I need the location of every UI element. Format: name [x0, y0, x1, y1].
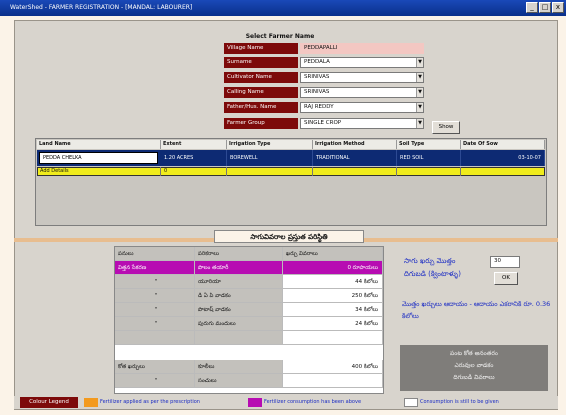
window-title: WaterShed - FARMER REGISTRATION - [MANDA… [0, 0, 566, 16]
surname-dropdown-icon[interactable]: ▼ [416, 58, 423, 67]
grid-cell-irrigation-type[interactable]: BOREWELL [227, 150, 313, 166]
grid-cell-soil-type[interactable]: RED SOIL [397, 150, 461, 166]
grid-header-irrigation-type[interactable]: Irrigation Type [227, 140, 313, 149]
table-cell: పురుగు మందులు [195, 317, 283, 331]
yield-total-label: సాగు ఖర్చు మొత్తం [404, 257, 456, 265]
legend-text-1: Fertilizer applied as per the prescripti… [100, 399, 200, 405]
grid-header-soil-type[interactable]: Soil Type [397, 140, 461, 149]
cultivator-name-field[interactable]: SRINIVAS [300, 72, 424, 83]
window-controls: _ □ x [526, 2, 564, 14]
grid-new-cell-soil-type[interactable] [397, 167, 461, 176]
grid-cell-irrigation-method[interactable]: TRADITIONAL [313, 150, 397, 166]
table-cell[interactable]: 250 కిలోలు [283, 289, 383, 303]
ok-button[interactable]: OK [494, 272, 518, 285]
father-name-label: Father/Hus. Name [224, 102, 298, 113]
grid-new-cell-irrigation-method[interactable] [313, 167, 397, 176]
table-cell[interactable]: 44 కిలోలు [283, 275, 383, 289]
table-cell[interactable]: 24 కిలోలు [283, 317, 383, 331]
cultivator-dropdown-icon[interactable]: ▼ [416, 73, 423, 82]
surname-label: Surname [224, 57, 298, 68]
info-line-2: ఎరువుల వాడకం [454, 362, 494, 369]
form-header: Select Farmer Name [245, 33, 315, 40]
legend-text-2: Fertilizer consumption has been above [264, 399, 362, 405]
grid-header-extent[interactable]: Extent [161, 140, 227, 149]
table-cell: " [115, 374, 195, 388]
table-cell: కోత ఖర్చులు [115, 360, 195, 374]
table-cell[interactable] [283, 331, 383, 345]
table-header-work: పనులు [115, 247, 195, 261]
info-line-3: దిగుబడి వివరాలు [453, 374, 495, 381]
cost-summary-note: మొత్తం ఖర్చులు ఆదాయం - ఆదాయం ఎకరానికి రూ… [402, 300, 551, 320]
show-button[interactable]: Show [432, 121, 460, 134]
father-name-field[interactable]: RAJ REDDY [300, 102, 424, 113]
yield-input[interactable]: 30 [490, 256, 520, 268]
calling-name-field[interactable]: SRINIVAS [300, 87, 424, 98]
table-cell[interactable]: 0 రూపాయలు [283, 261, 383, 275]
grid-cell-date-of-sow[interactable]: 03-10-07 [461, 150, 545, 166]
table-cell [115, 331, 195, 345]
legend-swatch-orange [84, 398, 98, 407]
minimize-button[interactable]: _ [526, 2, 538, 13]
grid-header-irrigation-method[interactable]: Irrigation Method [313, 140, 397, 149]
table-cell[interactable]: 34 కిలోలు [283, 303, 383, 317]
table-header-items: పరికరాలు [195, 247, 283, 261]
table-cell: " [115, 275, 195, 289]
table-cell: కూలీలు [195, 360, 283, 374]
farmer-group-label: Farmer Group [224, 118, 298, 129]
grid-cell-land-name[interactable]: PEDDA CHELKA [39, 152, 158, 164]
table-cell: పొటాష్ వాడకం [195, 303, 283, 317]
father-name-dropdown-icon[interactable]: ▼ [416, 103, 423, 112]
table-header-cost: ఖర్చు వివరాలు [283, 247, 383, 261]
table-cell[interactable] [283, 374, 383, 388]
farmer-group-field[interactable]: SINGLE CROP [300, 118, 424, 129]
legend-title: Colour Legend [20, 397, 78, 408]
table-cell[interactable]: విత్తన సేకరణ [115, 261, 195, 275]
village-name-field[interactable]: PEDDAPALLI [300, 43, 424, 54]
grid-header-date-of-sow[interactable]: Date Of Sow [461, 140, 545, 149]
info-line-1: పంట కోత అనంతరం [450, 350, 498, 357]
calling-name-label: Calling Name [224, 87, 298, 98]
info-box: పంట కోత అనంతరం ఎరువుల వాడకం దిగుబడి వివర… [400, 345, 548, 391]
grid-new-cell-land-name[interactable]: Add Details [37, 167, 161, 176]
section-title: సాగువివరాల ప్రస్తుత పరిస్థితి [214, 230, 364, 243]
table-cell[interactable]: పొలం తయారీ [195, 261, 283, 275]
surname-field[interactable]: PEDDALA [300, 57, 424, 68]
close-button[interactable]: x [552, 2, 564, 13]
farmer-group-dropdown-icon[interactable]: ▼ [416, 119, 423, 128]
yield-quintals-label: దిగుబడి (క్వింటాళ్ళు) [404, 270, 461, 278]
grid-new-cell-extent[interactable]: 0 [161, 167, 227, 176]
table-cell: " [115, 289, 195, 303]
table-cell: " [115, 317, 195, 331]
cultivator-name-label: Cultivator Name [224, 72, 298, 83]
table-cell: డి ఏ పి వాడకం [195, 289, 283, 303]
table-cell[interactable]: 400 కిలోలు [283, 360, 383, 374]
grid-header-land-name[interactable]: Land Name [37, 140, 161, 149]
maximize-button[interactable]: □ [539, 2, 551, 13]
legend-swatch-magenta [248, 398, 262, 407]
grid-new-cell-irrigation-type[interactable] [227, 167, 313, 176]
legend-swatch-white [404, 398, 418, 407]
grid-cell-extent[interactable]: 1.20 ACRES [161, 150, 227, 166]
village-name-label: Village Name [224, 43, 298, 54]
table-cell: సంచులు [195, 374, 283, 388]
legend-text-3: Consumption is still to be given [420, 399, 499, 405]
table-cell [195, 331, 283, 345]
table-cell: " [115, 303, 195, 317]
table-cell: యూరియా [195, 275, 283, 289]
calling-name-dropdown-icon[interactable]: ▼ [416, 88, 423, 97]
